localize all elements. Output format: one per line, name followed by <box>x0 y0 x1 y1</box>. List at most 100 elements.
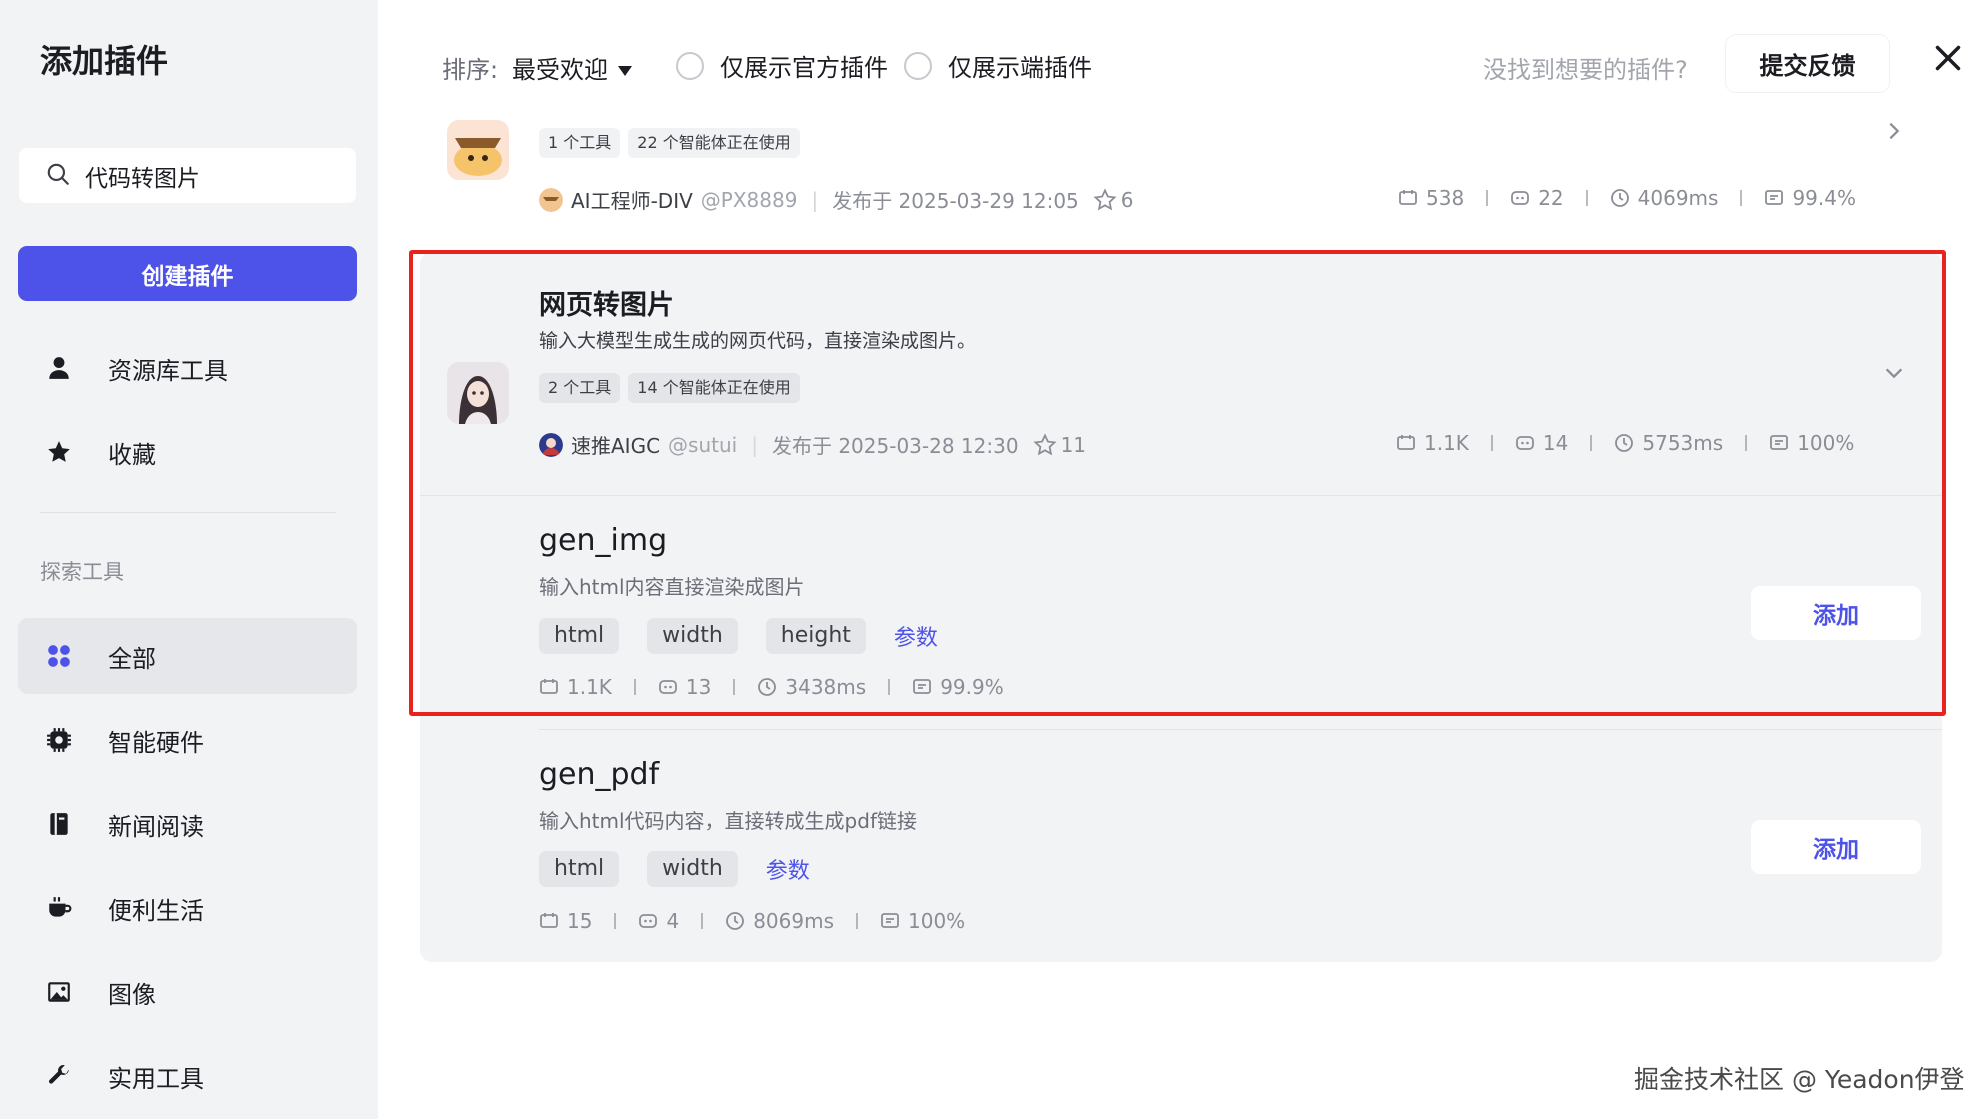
param-tag: width <box>647 618 738 654</box>
client-only-radio[interactable]: 仅展示端插件 <box>904 48 1092 83</box>
wrench-icon <box>46 1063 108 1089</box>
sidebar-item-life[interactable]: 便利生活 <box>18 870 357 946</box>
author-avatar <box>539 432 563 457</box>
calls-value: 1.1K <box>567 675 612 699</box>
sidebar-item-label: 全部 <box>108 644 156 673</box>
watermark: 掘金技术社区 @ Yeadon伊登 <box>1634 1065 1965 1094</box>
search-box[interactable] <box>19 148 356 203</box>
radio-label: 仅展示官方插件 <box>720 54 888 82</box>
sort-dropdown[interactable]: 最受欢迎 <box>512 50 632 85</box>
section-label: 探索工具 <box>40 560 124 584</box>
success-stat: 99.4% <box>1764 186 1856 210</box>
search-input[interactable] <box>85 162 345 189</box>
sidebar-item-label: 实用工具 <box>108 1064 204 1093</box>
sidebar-item-label: 收藏 <box>108 440 156 469</box>
star-count[interactable]: 11 <box>1033 433 1086 457</box>
bots-stat: 4 <box>638 909 679 933</box>
sidebar-item-label: 便利生活 <box>108 896 204 925</box>
calls-icon <box>540 913 558 928</box>
add-tool-button[interactable]: 添加 <box>1751 820 1921 874</box>
official-only-radio[interactable]: 仅展示官方插件 <box>676 48 888 83</box>
author-name[interactable]: 速推AIGC <box>571 430 660 459</box>
sidebar-divider <box>40 512 336 513</box>
plugin-name[interactable]: 网页转图片 <box>539 283 674 322</box>
bots-stat: 13 <box>658 675 711 699</box>
plugin-tags: 2 个工具 14 个智能体正在使用 <box>539 373 808 403</box>
latency-stat: 5753ms <box>1614 431 1723 455</box>
plugin-stats: 538 22 4069ms 99.4% <box>1398 186 1856 210</box>
agents-using-tag: 14 个智能体正在使用 <box>628 373 800 403</box>
clock-icon <box>1610 189 1629 207</box>
tool-divider <box>420 495 1942 496</box>
latency-stat: 4069ms <box>1610 186 1718 210</box>
success-value: 99.4% <box>1792 186 1856 210</box>
sidebar-item-image[interactable]: 图像 <box>18 954 357 1030</box>
stat-divider <box>701 913 704 929</box>
success-stat: 100% <box>1769 431 1854 455</box>
stat-divider <box>856 913 858 929</box>
latency-value: 5753ms <box>1642 431 1724 455</box>
tools-count-tag: 1 个工具 <box>539 128 621 158</box>
bots-value: 13 <box>685 675 712 699</box>
calls-value: 538 <box>1426 186 1465 210</box>
stat-divider <box>633 679 636 695</box>
message-icon <box>881 913 899 928</box>
publish-date: 发布于 2025-03-29 12:05 <box>832 189 1079 213</box>
stat-divider <box>614 913 617 929</box>
agents-using-tag: 22 个智能体正在使用 <box>628 128 800 158</box>
stat-divider <box>1745 435 1748 451</box>
latency-value: 3438ms <box>785 675 867 699</box>
sidebar-item-favorites[interactable]: 收藏 <box>18 414 357 490</box>
message-icon <box>913 679 932 694</box>
sidebar-item-label: 智能硬件 <box>108 728 204 757</box>
param-tag: height <box>765 618 866 654</box>
chip-icon <box>46 727 108 753</box>
bot-icon <box>659 680 677 694</box>
latency-value: 8069ms <box>753 909 834 933</box>
add-tool-button[interactable]: 添加 <box>1751 586 1921 640</box>
bot-icon <box>1511 191 1530 205</box>
feedback-button[interactable]: 提交反馈 <box>1726 35 1889 92</box>
tool-stats: 1.1K 13 3438ms 99.9% <box>539 675 1004 699</box>
chevron-down-icon[interactable] <box>1883 362 1905 384</box>
params-link[interactable]: 参数 <box>894 620 938 652</box>
cup-icon <box>46 895 108 921</box>
sidebar-item-hardware[interactable]: 智能硬件 <box>18 702 357 778</box>
stat-divider <box>1590 435 1593 451</box>
chevron-right-icon[interactable] <box>1883 120 1905 142</box>
bots-value: 14 <box>1542 431 1569 455</box>
bots-value: 22 <box>1538 186 1564 210</box>
calls-value: 15 <box>567 909 593 933</box>
sidebar-item-utilities[interactable]: 实用工具 <box>18 1038 357 1114</box>
tool-description: 输入html内容直接渲染成图片 <box>539 575 805 599</box>
person-icon <box>46 355 108 381</box>
tool-description: 输入html代码内容，直接转成生成pdf链接 <box>539 809 917 833</box>
star-outline-icon <box>1033 432 1057 455</box>
clock-icon <box>726 912 745 930</box>
sidebar-item-news[interactable]: 新闻阅读 <box>18 786 357 862</box>
sidebar-item-label: 新闻阅读 <box>108 812 204 841</box>
create-plugin-button[interactable]: 创建插件 <box>18 246 357 301</box>
sidebar: 添加插件 创建插件 资源库工具 收藏 探索工具 全部 智能硬件 <box>0 0 378 1119</box>
stat-divider <box>1486 190 1489 206</box>
radio-label: 仅展示端插件 <box>948 54 1092 82</box>
not-found-text: 没找到想要的插件? <box>1483 56 1688 84</box>
sidebar-item-library[interactable]: 资源库工具 <box>18 330 357 406</box>
close-icon[interactable] <box>1934 44 1962 72</box>
param-tag: html <box>539 851 620 887</box>
book-icon <box>46 811 108 837</box>
sidebar-item-all[interactable]: 全部 <box>18 618 357 694</box>
author-handle: @sutui <box>668 432 738 457</box>
stat-divider <box>1740 190 1743 206</box>
author-name[interactable]: AI工程师-DIV <box>571 185 693 214</box>
params-link[interactable]: 参数 <box>766 853 810 885</box>
radio-circle <box>904 51 932 80</box>
search-icon <box>45 161 71 191</box>
star-count[interactable]: 6 <box>1093 188 1134 212</box>
calls-value: 1.1K <box>1424 431 1469 455</box>
tool-stats: 15 4 8069ms 100% <box>539 909 965 933</box>
radio-circle <box>676 51 704 80</box>
plugin-stats: 1.1K 14 5753ms 100% <box>1396 431 1854 455</box>
message-icon <box>1765 190 1784 205</box>
bots-stat: 22 <box>1510 186 1564 210</box>
